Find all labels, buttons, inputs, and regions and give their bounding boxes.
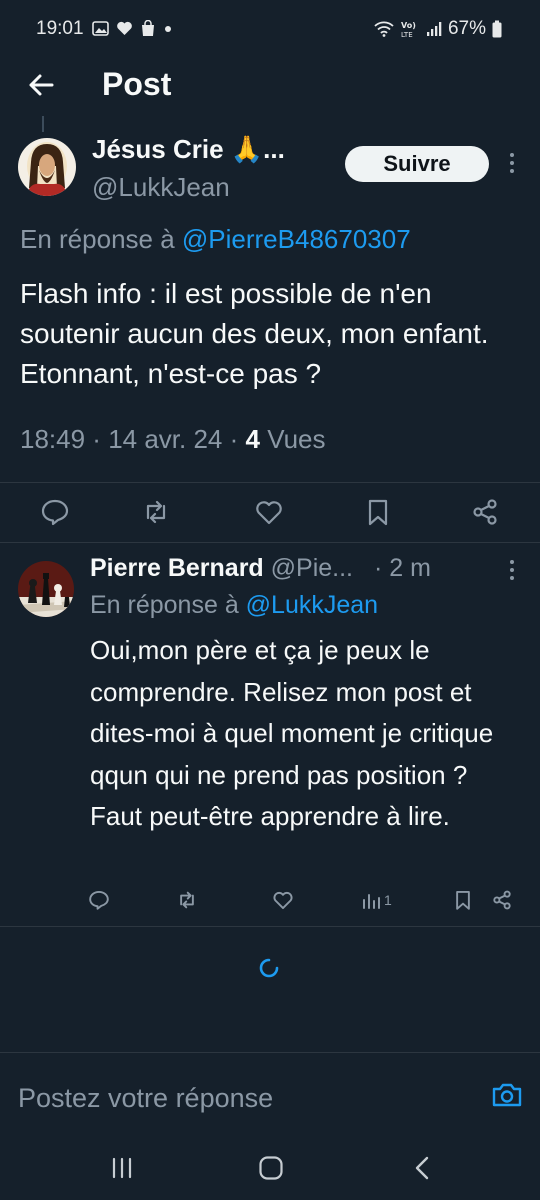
arrow-left-icon — [29, 74, 54, 96]
repost-icon — [180, 891, 194, 909]
reply-views-count: 1 — [384, 892, 392, 908]
more-options-button[interactable] — [502, 152, 522, 174]
author-handle[interactable]: @LukkJean — [92, 172, 230, 203]
reply-prefix: En réponse à — [20, 224, 182, 254]
back-button[interactable] — [26, 70, 56, 100]
analytics-icon — [363, 894, 380, 909]
reply-reply-context: En réponse à @LukkJean — [90, 591, 378, 620]
reply-comment-button[interactable] — [88, 889, 110, 911]
reply-text: Oui,mon père et ça je peux le comprendre… — [90, 635, 494, 831]
post-date: 14 avr. 24 — [108, 424, 223, 454]
thread-connector — [42, 116, 44, 132]
more-vertical-icon — [510, 560, 514, 580]
heart-outline-icon — [256, 501, 282, 525]
share-icon — [473, 499, 497, 525]
reply-author-name[interactable]: Pierre Bernard — [90, 554, 264, 582]
reply-mention-link[interactable]: @PierreB48670307 — [182, 224, 411, 254]
system-back-button[interactable] — [412, 1155, 432, 1181]
repost-button[interactable] — [141, 497, 171, 527]
share-button[interactable] — [470, 497, 500, 527]
like-button[interactable] — [254, 497, 284, 527]
heart-outline-icon — [273, 891, 293, 910]
composer-divider — [0, 1052, 540, 1053]
reply-reply-mention-link[interactable]: @LukkJean — [246, 591, 378, 619]
reply-author-handle[interactable]: @Pie... — [271, 554, 353, 582]
comment-icon — [41, 499, 69, 526]
divider — [0, 542, 540, 543]
comment-icon — [89, 890, 109, 910]
reply-composer-input[interactable] — [18, 1078, 478, 1118]
volte-icon: Vo)LTE — [401, 21, 416, 38]
share-icon — [493, 890, 511, 910]
post-meta: 18:49 · 14 avr. 24 · 4 Vues — [20, 424, 326, 455]
home-icon — [259, 1156, 283, 1180]
svg-text:LTE: LTE — [401, 31, 413, 38]
reply-button[interactable] — [40, 497, 70, 527]
svg-text:Vo): Vo) — [401, 21, 416, 30]
meta-separator: · — [222, 424, 246, 454]
status-bar: 19:01 Vo) LTE 67% — [0, 0, 540, 62]
reply-author-avatar[interactable] — [18, 561, 74, 617]
spinner-icon — [259, 958, 279, 978]
status-time: 19:01 — [36, 18, 84, 39]
battery-icon — [492, 20, 502, 38]
meta-separator: · — [85, 424, 109, 454]
camera-icon — [492, 1083, 522, 1107]
bookmark-icon — [456, 890, 470, 910]
reply-share-button[interactable] — [491, 889, 513, 911]
page-title: Post — [102, 66, 172, 102]
post-time: 18:49 — [20, 424, 86, 454]
post-text: Flash info : il est possible de n'en sou… — [20, 278, 489, 389]
reply-author-row: Pierre Bernard @Pie... · 2 m — [90, 554, 431, 583]
reply-reply-prefix: En réponse à — [90, 591, 246, 619]
camera-button[interactable] — [490, 1078, 524, 1112]
reply-bookmark-button[interactable] — [452, 889, 474, 911]
chevron-left-icon — [415, 1156, 429, 1180]
reply-views-button[interactable]: 1 — [361, 889, 392, 911]
wifi-icon — [374, 21, 394, 37]
status-right-group: Vo) LTE 67% — [374, 18, 502, 40]
gallery-icon — [92, 21, 109, 36]
bookmark-button[interactable] — [363, 497, 393, 527]
loading-spinner — [258, 957, 280, 979]
reply-context: En réponse à @PierreB48670307 — [20, 224, 411, 255]
home-button[interactable] — [258, 1155, 284, 1181]
repost-icon — [146, 500, 166, 524]
reply-like-button[interactable] — [272, 889, 294, 911]
bookmark-icon — [368, 499, 388, 526]
battery-percent: 67% — [447, 18, 486, 39]
system-nav-bar — [0, 1135, 540, 1200]
follow-button[interactable]: Suivre — [345, 146, 489, 182]
heart-icon — [117, 21, 132, 35]
signal-icon — [426, 22, 442, 36]
reply-age: · 2 m — [373, 554, 431, 582]
more-vertical-icon — [510, 153, 514, 173]
views-count: 4 — [245, 424, 260, 454]
status-left-icons — [92, 20, 173, 37]
reply-more-button[interactable] — [503, 559, 521, 581]
author-avatar[interactable] — [18, 138, 76, 196]
shopping-bag-icon — [142, 20, 154, 36]
author-name[interactable]: Jésus Crie 🙏... — [92, 134, 285, 165]
divider — [0, 482, 540, 483]
dot-icon — [165, 25, 171, 32]
divider — [0, 926, 540, 927]
views-label: Vues — [267, 424, 326, 454]
reply-repost-button[interactable] — [176, 889, 198, 911]
recent-apps-button[interactable] — [110, 1157, 134, 1179]
recent-apps-icon — [112, 1157, 132, 1179]
